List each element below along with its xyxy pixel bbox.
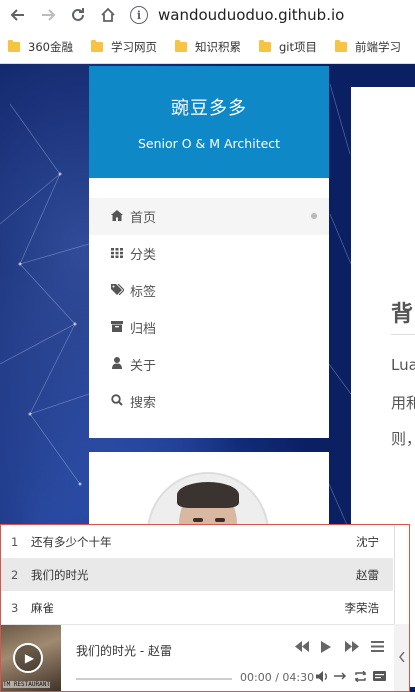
bookmark-folder[interactable]: 前端学习 [334, 39, 401, 55]
author-avatar[interactable] [147, 472, 269, 532]
lyrics-icon[interactable] [373, 671, 386, 684]
archive-icon [110, 320, 124, 335]
post-text-line: 用和 [391, 394, 415, 412]
bookmark-label: 前端学习 [354, 39, 401, 54]
album-cover[interactable]: TM RESTAURANT ▶ [1, 625, 61, 691]
site-brand[interactable]: 豌豆多多 Senior O & M Architect [89, 66, 329, 178]
playlist: 1 还有多少个十年 沈宁 2 我们的时光 赵雷 3 麻雀 李荣浩 [1, 525, 393, 624]
time-display: 00:00 / 04:30 [240, 671, 315, 684]
sidebar-menu: 首页 分类 标签 归档 关于 搜索 [89, 178, 329, 438]
bookmarks-bar: 360金融 学习网页 知识积累 git项目 前端学习 [0, 30, 415, 64]
music-player: 1 还有多少个十年 沈宁 2 我们的时光 赵雷 3 麻雀 李荣浩 TM REST… [0, 524, 410, 692]
player-collapse-tab[interactable] [394, 624, 409, 691]
menu-item-label: 分类 [130, 248, 157, 263]
chevron-left-icon [398, 651, 405, 665]
post-text-line: Lua [391, 356, 415, 374]
bookmark-folder[interactable]: 知识积累 [174, 39, 241, 55]
track-title: 麻雀 [31, 600, 54, 615]
avatar-eye [193, 518, 203, 522]
tags-icon [110, 283, 125, 298]
url-text[interactable]: wandouduoduo.github.io [158, 6, 344, 24]
grid-icon [110, 247, 124, 261]
avatar-hair [177, 482, 239, 508]
now-playing-title: 我们的时光 - 赵雷 [76, 644, 172, 658]
volume-icon[interactable] [316, 671, 328, 685]
menu-item-tags[interactable]: 标签 [89, 272, 329, 309]
previous-track-icon[interactable] [295, 641, 309, 656]
site-info-icon[interactable]: i [130, 6, 148, 24]
bookmark-label: 360金融 [28, 39, 73, 54]
browser-toolbar: i wandouduoduo.github.io [0, 0, 415, 30]
play-icon[interactable]: ▶ [13, 643, 43, 673]
browser-chrome: i wandouduoduo.github.io 360金融 学习网页 知识积累… [0, 0, 415, 64]
progress-bar[interactable] [76, 678, 232, 680]
play-button-icon[interactable] [321, 641, 331, 657]
home-button-icon[interactable] [96, 3, 120, 27]
avatar-eye [215, 518, 225, 522]
playlist-item[interactable]: 1 还有多少个十年 沈宁 [1, 525, 393, 558]
track-title: 还有多少个十年 [31, 534, 112, 549]
order-arrow-icon[interactable] [334, 671, 348, 684]
track-index: 2 [11, 567, 19, 582]
menu-item-about[interactable]: 关于 [89, 346, 329, 383]
heading-divider [391, 334, 415, 335]
user-icon [110, 357, 124, 372]
folder-icon [8, 39, 20, 52]
menu-item-label: 搜索 [130, 396, 157, 411]
menu-item-label: 首页 [130, 211, 157, 226]
author-card [89, 452, 329, 532]
bookmark-label: git项目 [278, 39, 317, 54]
home-icon [110, 209, 124, 224]
address-bar[interactable]: i wandouduoduo.github.io [130, 2, 344, 28]
forward-arrow-icon[interactable] [36, 3, 60, 27]
site-title[interactable]: 豌豆多多 [89, 94, 329, 120]
playlist-item[interactable]: 3 麻雀 李荣浩 [1, 591, 393, 624]
menu-item-home[interactable]: 首页 [89, 198, 329, 235]
track-artist: 赵雷 [356, 567, 379, 582]
menu-item-categories[interactable]: 分类 [89, 235, 329, 272]
bookmark-label: 知识积累 [194, 39, 241, 54]
playlist-menu-icon[interactable] [371, 641, 384, 656]
playlist-item-current[interactable]: 2 我们的时光 赵雷 [1, 558, 393, 591]
track-artist: 李荣浩 [344, 600, 380, 615]
bookmark-folder[interactable]: 360金融 [8, 39, 73, 55]
next-track-icon[interactable] [345, 641, 359, 656]
bookmark-label: 学习网页 [110, 39, 157, 54]
menu-item-archive[interactable]: 归档 [89, 309, 329, 346]
search-icon [110, 394, 124, 409]
post-heading[interactable]: 背 [391, 296, 413, 328]
folder-icon [90, 39, 103, 52]
site-subtitle: Senior O & M Architect [137, 136, 281, 151]
bookmark-folder[interactable]: git项目 [258, 39, 317, 55]
cover-text: TM RESTAURANT [3, 681, 50, 688]
track-artist: 沈宁 [356, 534, 379, 549]
menu-item-label: 关于 [130, 359, 157, 374]
folder-icon [334, 39, 347, 52]
active-indicator [311, 213, 317, 219]
player-controls-bar: TM RESTAURANT ▶ 我们的时光 - 赵雷 00:00 / 04:30 [1, 624, 409, 691]
menu-item-label: 标签 [130, 285, 157, 300]
track-title: 我们的时光 [31, 567, 89, 582]
folder-icon [258, 39, 271, 52]
loop-icon[interactable] [354, 670, 367, 685]
menu-item-search[interactable]: 搜索 [89, 383, 329, 420]
track-index: 3 [11, 600, 19, 615]
track-index: 1 [11, 534, 19, 549]
folder-icon [174, 39, 187, 52]
menu-item-label: 归档 [130, 322, 157, 337]
playlist-divider [394, 525, 395, 624]
reload-icon[interactable] [66, 3, 90, 27]
back-arrow-icon[interactable] [6, 3, 30, 27]
bookmark-folder[interactable]: 学习网页 [90, 39, 157, 55]
post-text-line: 则， [391, 430, 415, 448]
